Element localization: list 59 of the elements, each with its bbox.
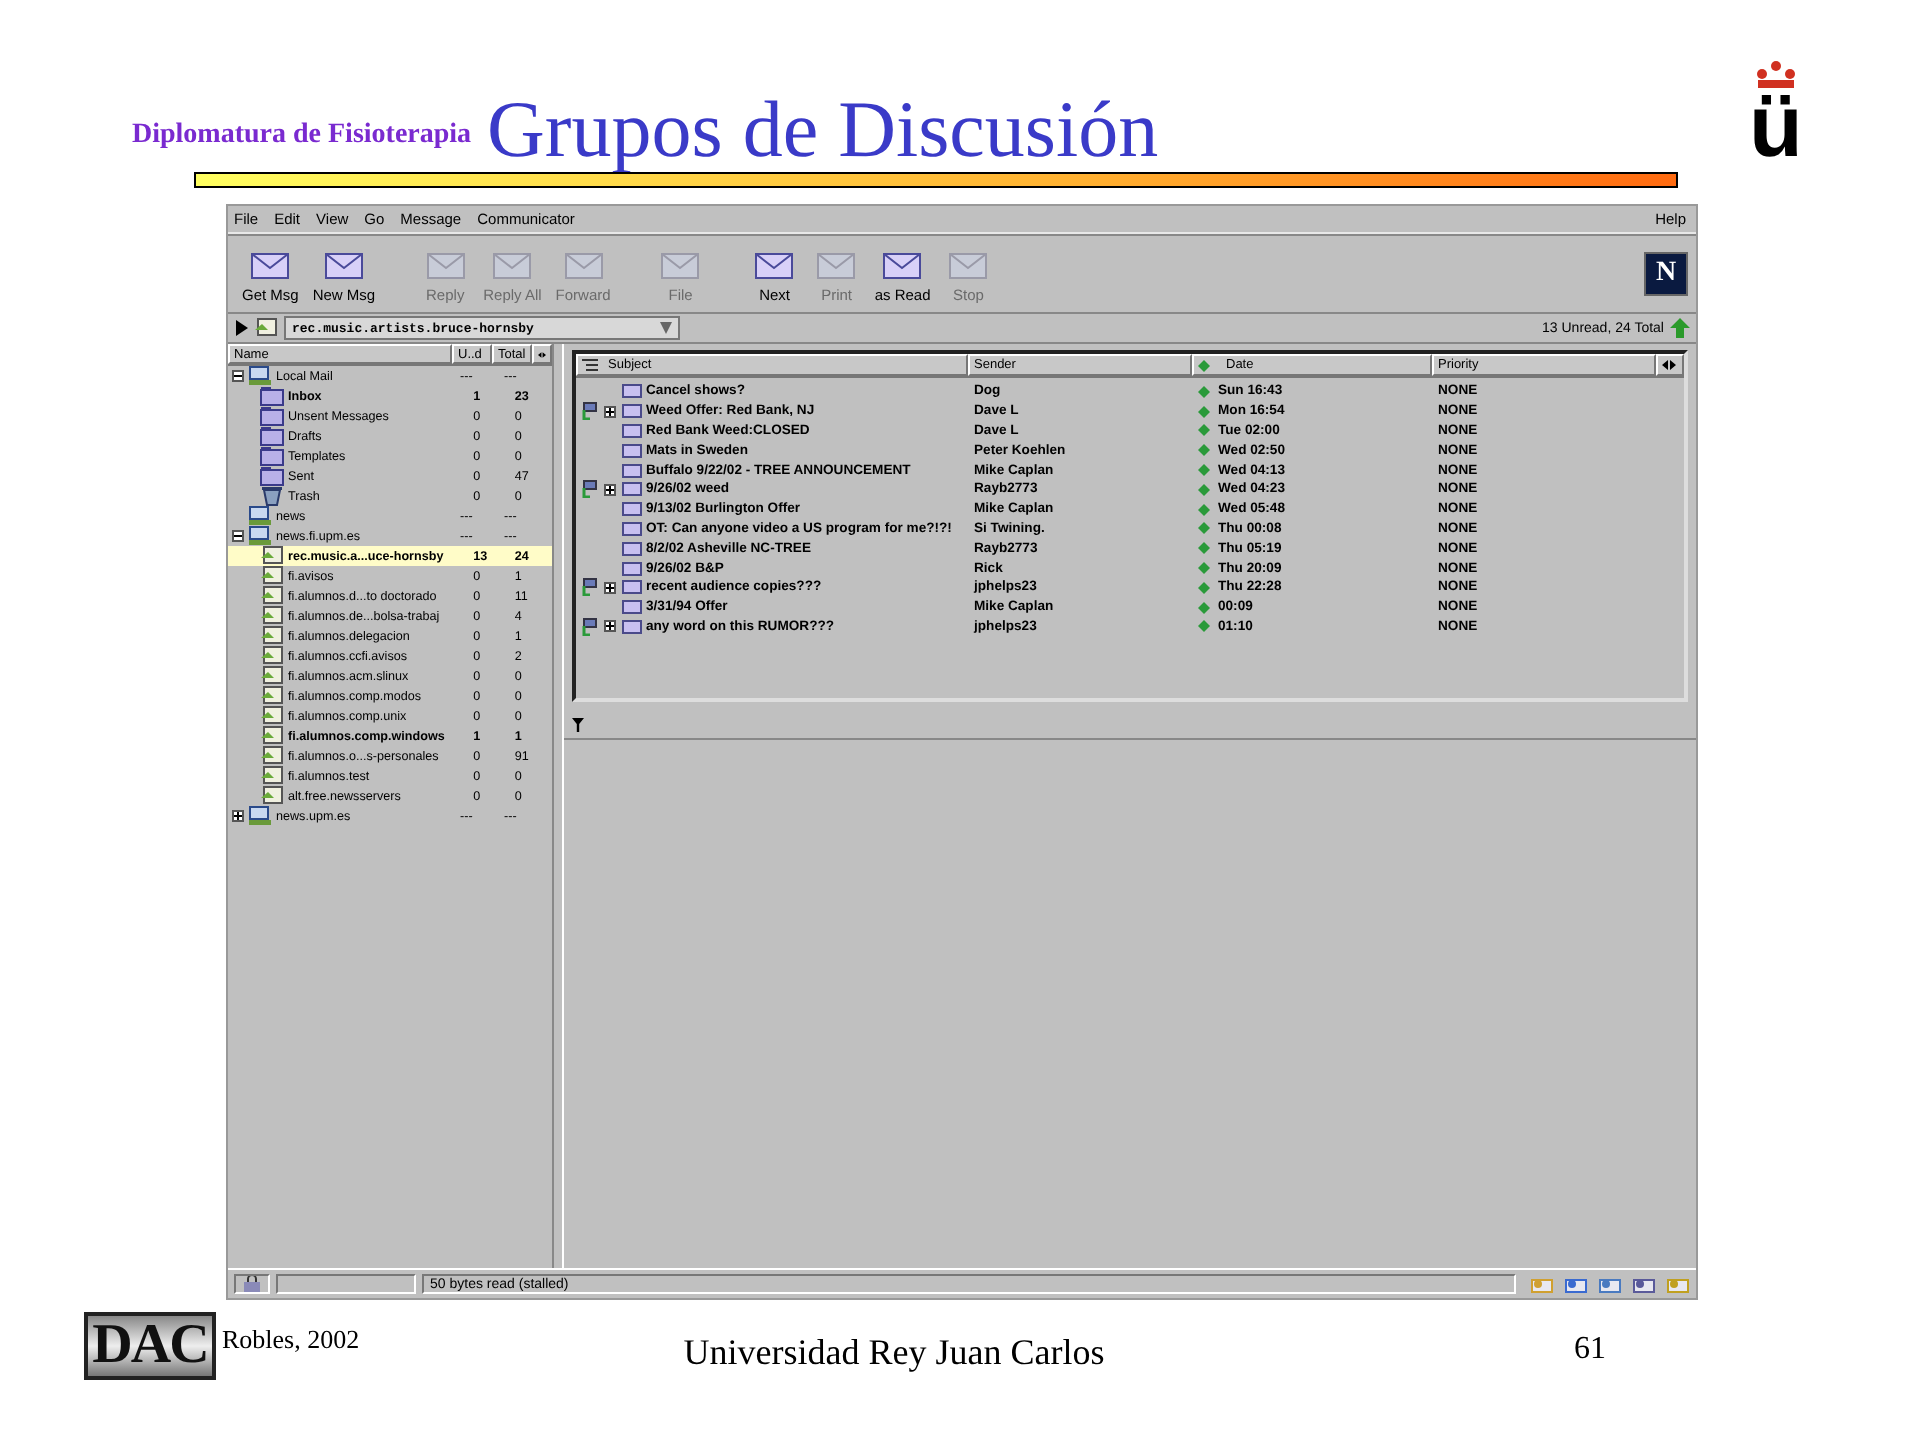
collapse-toggle[interactable] <box>232 530 244 542</box>
folder-icon <box>260 466 284 486</box>
expand-toggle[interactable] <box>604 620 616 633</box>
trash-icon <box>260 486 284 506</box>
computer-icon <box>248 526 272 546</box>
newsgroup-icon <box>260 646 284 666</box>
newsgroup-icon <box>260 586 284 606</box>
up-arrow-icon <box>1670 318 1690 338</box>
newsgroup-icon <box>260 566 284 586</box>
expand-toggle[interactable] <box>604 405 616 418</box>
computer-icon <box>248 806 272 826</box>
thread-icon <box>582 402 600 421</box>
newsgroup-icon <box>254 318 278 338</box>
caret-icon <box>660 322 672 334</box>
thread-icon <box>582 480 600 499</box>
component-icon <box>1530 1275 1554 1293</box>
author-credit: Robles, 2002 <box>222 1324 362 1356</box>
folder-icon <box>260 446 284 466</box>
page-number: 61 <box>1574 1332 1606 1368</box>
component-icon <box>1666 1275 1690 1293</box>
component-icon <box>1564 1275 1588 1293</box>
newsgroup-icon <box>260 686 284 706</box>
thread-icon <box>582 617 600 636</box>
scroll-arrows-icon[interactable] <box>532 344 552 364</box>
newsgroup-icon <box>260 666 284 686</box>
component-icon <box>1598 1275 1622 1293</box>
newsgroup-icon <box>260 706 284 726</box>
newsgroup-icon <box>260 766 284 786</box>
expand-toggle[interactable] <box>604 483 616 496</box>
scroll-arrows-icon[interactable] <box>1656 354 1684 376</box>
folder-icon <box>260 406 284 426</box>
funnel-icon <box>572 717 584 731</box>
folder-icon <box>260 426 284 446</box>
subtitle: Diplomatura de Fisioterapia <box>132 120 472 154</box>
expand-arrow-icon <box>234 320 248 336</box>
newsgroup-icon <box>260 786 284 806</box>
newsgroup-icon <box>260 546 284 566</box>
component-icon <box>1632 1275 1656 1293</box>
thread-view-icon <box>582 358 598 372</box>
expand-toggle[interactable] <box>232 810 244 822</box>
newsgroup-icon <box>260 606 284 626</box>
browser-logo: N <box>1644 252 1688 296</box>
thread-icon <box>582 578 600 597</box>
computer-icon <box>248 366 272 386</box>
status-cell <box>276 1274 416 1294</box>
crown-icon <box>1752 60 1800 88</box>
collapse-toggle[interactable] <box>232 370 244 382</box>
newsgroup-icon <box>260 746 284 766</box>
folder-icon <box>260 386 284 406</box>
lock-icon <box>242 1276 262 1292</box>
newsgroup-icon <box>260 726 284 746</box>
dac-logo: DAC <box>84 1312 216 1380</box>
university-logo: ü <box>1749 88 1803 168</box>
status-icon <box>1198 359 1210 371</box>
newsgroup-icon <box>260 626 284 646</box>
institution-name: Universidad Rey Juan Carlos <box>681 1332 1107 1374</box>
slide-title: Grupos de Discusión <box>487 84 1159 176</box>
expand-toggle[interactable] <box>604 581 616 594</box>
computer-icon <box>248 506 272 526</box>
